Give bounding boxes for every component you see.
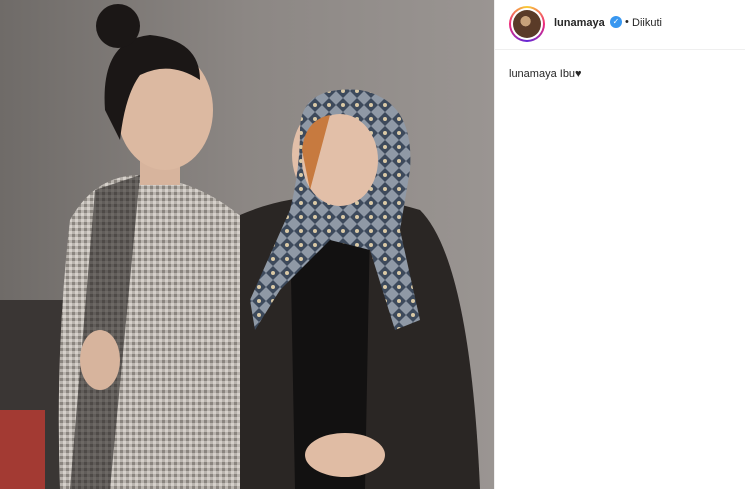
caption-text: Ibu♥ (556, 68, 582, 80)
story-ring[interactable] (509, 6, 545, 42)
follow-status-button[interactable]: Diikuti (632, 17, 662, 29)
separator-dot: • (625, 16, 629, 28)
post-photo[interactable] (0, 0, 494, 489)
post-photo-illustration (0, 0, 494, 489)
caption-username-link[interactable]: lunamaya (509, 68, 557, 80)
avatar[interactable] (513, 10, 541, 38)
post-header: lunamaya ✓ • Diikuti (495, 0, 745, 50)
verified-badge-icon: ✓ (610, 16, 622, 28)
username-link[interactable]: lunamaya (554, 17, 605, 29)
post-sidebar: lunamaya ✓ • Diikuti lunamaya Ibu♥ (495, 0, 745, 489)
caption: lunamaya Ibu♥ (509, 68, 582, 80)
avatar-frame (511, 8, 543, 40)
